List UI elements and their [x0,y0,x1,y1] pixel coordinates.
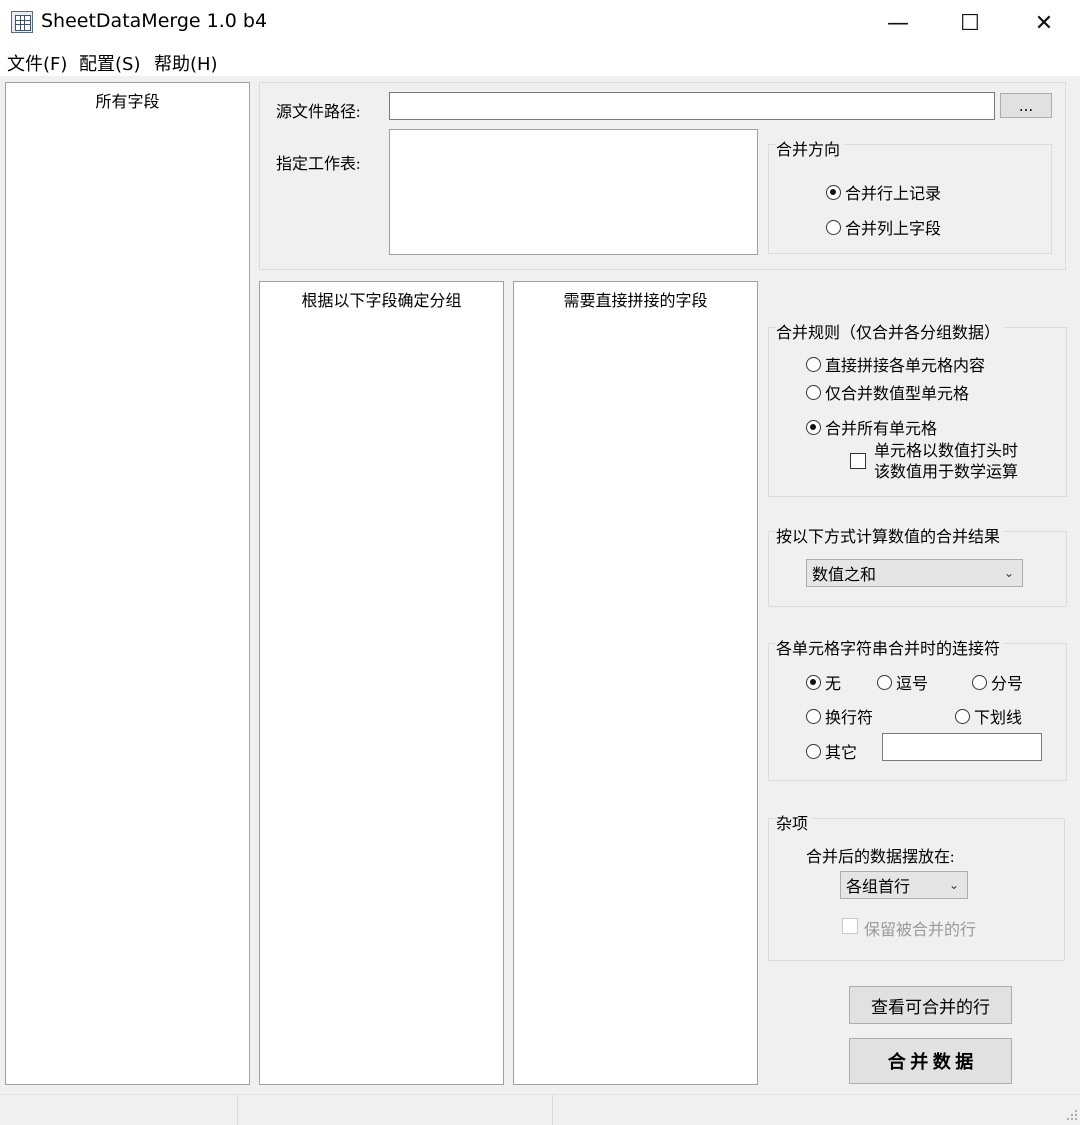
all-fields-list[interactable]: 所有字段 [5,82,250,1085]
calc-method-select[interactable]: 数值之和 ⌄ [806,559,1023,587]
menu-config[interactable]: 配置(S) [79,50,140,76]
radio-selected[interactable] [806,674,821,690]
numeric-lead-checkbox[interactable] [850,453,866,469]
group-fields-header: 根据以下字段确定分组 [301,293,462,310]
concat-fields-list[interactable]: 需要直接拼接的字段 [513,281,758,1085]
sheet-label: 指定工作表: [276,156,361,173]
radio[interactable] [826,219,841,235]
chevron-down-icon: ⌄ [1003,565,1014,580]
source-path-input[interactable] [389,92,995,120]
merge-direction-title: 合并方向 [776,136,845,160]
keep-rows-label: 保留被合并的行 [864,922,977,939]
separator-comma-option[interactable]: 逗号 [877,670,928,694]
separator-title: 各单元格字符串合并时的连接符 [776,635,1005,659]
status-divider [552,1095,553,1125]
radio-selected[interactable] [826,184,841,200]
radio-selected[interactable] [806,419,821,435]
sheet-list[interactable] [389,129,758,255]
separator-other-input[interactable] [882,733,1042,761]
radio[interactable] [877,674,892,690]
source-path-label: 源文件路径: [276,104,361,121]
separator-none-option[interactable]: 无 [806,670,841,694]
separator-underscore-option[interactable]: 下划线 [955,704,1022,728]
rule-numeric-option[interactable]: 仅合并数值型单元格 [806,380,969,404]
chevron-down-icon: ⌄ [948,877,959,892]
placement-label: 合并后的数据摆放在: [806,849,955,866]
group-fields-list[interactable]: 根据以下字段确定分组 [259,281,504,1085]
maximize-icon[interactable]: ☐ [934,0,1006,46]
placement-select[interactable]: 各组首行 ⌄ [840,871,968,899]
radio[interactable] [806,743,821,759]
concat-fields-header: 需要直接拼接的字段 [563,293,708,310]
radio[interactable] [972,674,987,690]
separator-newline-option[interactable]: 换行符 [806,704,873,728]
status-divider [237,1095,238,1125]
radio[interactable] [806,708,821,724]
radio[interactable] [806,384,821,400]
radio[interactable] [955,708,970,724]
spreadsheet-app-icon [11,11,33,33]
separator-other-option[interactable]: 其它 [806,739,857,763]
window-title: SheetDataMerge 1.0 b4 [41,10,268,32]
browse-button[interactable]: ... [1000,93,1052,118]
menu-file[interactable]: 文件(F) [7,50,67,76]
keep-rows-checkbox[interactable] [842,918,858,934]
calc-title: 按以下方式计算数值的合并结果 [776,523,1005,547]
all-fields-header: 所有字段 [95,94,160,111]
separator-semicolon-option[interactable]: 分号 [972,670,1023,694]
resize-grip-icon[interactable] [1066,1109,1078,1121]
merge-columns-option[interactable]: 合并列上字段 [826,215,941,239]
merge-rows-option[interactable]: 合并行上记录 [826,180,941,204]
status-bar [0,1094,1080,1125]
title-bar: SheetDataMerge 1.0 b4 — ☐ ✕ [0,0,1080,46]
menu-bar: 文件(F) 配置(S) 帮助(H) [0,46,1080,76]
menu-help[interactable]: 帮助(H) [154,50,218,76]
close-icon[interactable]: ✕ [1008,0,1080,46]
rule-all-option[interactable]: 合并所有单元格 [806,415,937,439]
numeric-lead-label: 单元格以数值打头时 该数值用于数学运算 [874,443,1019,481]
merge-rules-title: 合并规则（仅合并各分组数据） [776,319,1005,343]
radio[interactable] [806,356,821,372]
rule-concat-option[interactable]: 直接拼接各单元格内容 [806,352,985,376]
merge-data-button[interactable]: 合 并 数 据 [849,1038,1012,1084]
view-mergeable-rows-button[interactable]: 查看可合并的行 [849,986,1012,1024]
misc-title: 杂项 [776,810,813,834]
minimize-icon[interactable]: — [862,0,934,46]
